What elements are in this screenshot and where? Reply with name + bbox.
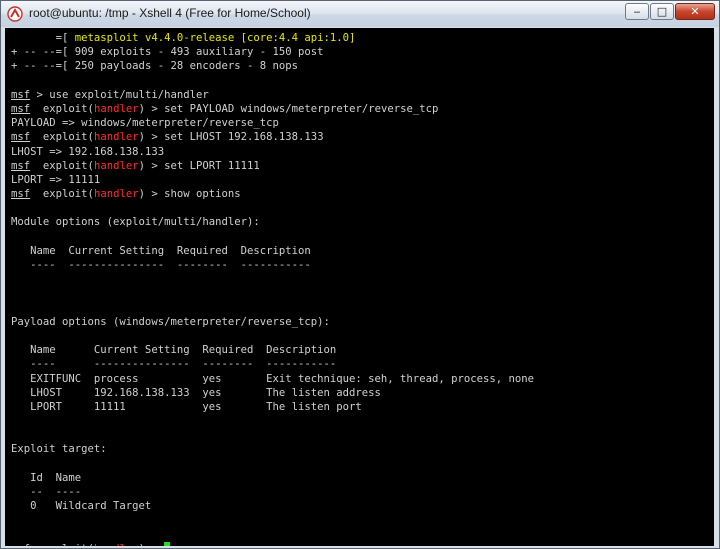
terminal-area[interactable]: =[ metasploit v4.4.0-release [core:4.4 a… [5, 28, 716, 546]
output-line: LPORT => 11111 [11, 173, 101, 186]
command-line: msf exploit(handler) > show options [11, 188, 241, 201]
payload-option-row: EXITFUNC process yes Exit technique: seh… [11, 372, 534, 385]
payload-options-columns: Name Current Setting Required Descriptio… [11, 344, 337, 357]
module-options-rule: ---- --------------- -------- ----------… [11, 259, 311, 271]
window-title: root@ubuntu: /tmp - Xshell 4 (Free for H… [29, 6, 311, 20]
output-line: LHOST => 192.168.138.133 [11, 145, 165, 158]
maximize-button[interactable]: □ [650, 3, 674, 20]
xshell-window: root@ubuntu: /tmp - Xshell 4 (Free for H… [0, 0, 720, 549]
banner-line: =[ metasploit v4.4.0-release [core:4.4 a… [11, 32, 356, 44]
maximize-icon: □ [656, 5, 668, 18]
minimize-button[interactable]: ‒ [625, 3, 649, 20]
module-options-header: Module options (exploit/multi/handler): [11, 216, 260, 229]
command-line: msf > use exploit/multi/handler [11, 88, 209, 101]
terminal-output: =[ metasploit v4.4.0-release [core:4.4 a… [11, 31, 534, 546]
payload-options-header: Payload options (windows/meterpreter/rev… [11, 315, 330, 328]
payload-options-rule: ---- --------------- -------- ----------… [11, 358, 337, 371]
current-prompt[interactable]: msf exploit(handler) > [11, 541, 534, 546]
exploit-target-row: 0 Wildcard Target [11, 500, 152, 513]
command-line: msf exploit(handler) > set LPORT 11111 [11, 159, 260, 172]
text-cursor [164, 541, 171, 546]
payload-option-row: LPORT 11111 yes The listen port [11, 400, 362, 413]
xshell-app-icon[interactable] [7, 6, 23, 22]
scrollbar[interactable] [714, 28, 719, 546]
exploit-target-rule: -- ---- [11, 486, 82, 498]
banner-line: + -- --=[ 250 payloads - 28 encoders - 8… [11, 60, 299, 73]
close-button[interactable]: ✕ [675, 3, 715, 20]
command-line: msf exploit(handler) > set LHOST 192.168… [11, 131, 324, 144]
output-line: PAYLOAD => windows/meterpreter/reverse_t… [11, 117, 279, 130]
exploit-target-header: Exploit target: [11, 443, 107, 456]
command-line: msf exploit(handler) > set PAYLOAD windo… [11, 102, 439, 115]
banner-line: + -- --=[ 909 exploits - 493 auxiliary -… [11, 46, 324, 59]
title-bar[interactable]: root@ubuntu: /tmp - Xshell 4 (Free for H… [1, 1, 719, 27]
module-options-columns: Name Current Setting Required Descriptio… [11, 244, 311, 257]
close-icon: ✕ [690, 5, 700, 18]
exploit-target-columns: Id Name [11, 471, 82, 484]
payload-option-row: LHOST 192.168.138.133 yes The listen add… [11, 386, 381, 399]
minimize-icon: ‒ [633, 5, 641, 18]
